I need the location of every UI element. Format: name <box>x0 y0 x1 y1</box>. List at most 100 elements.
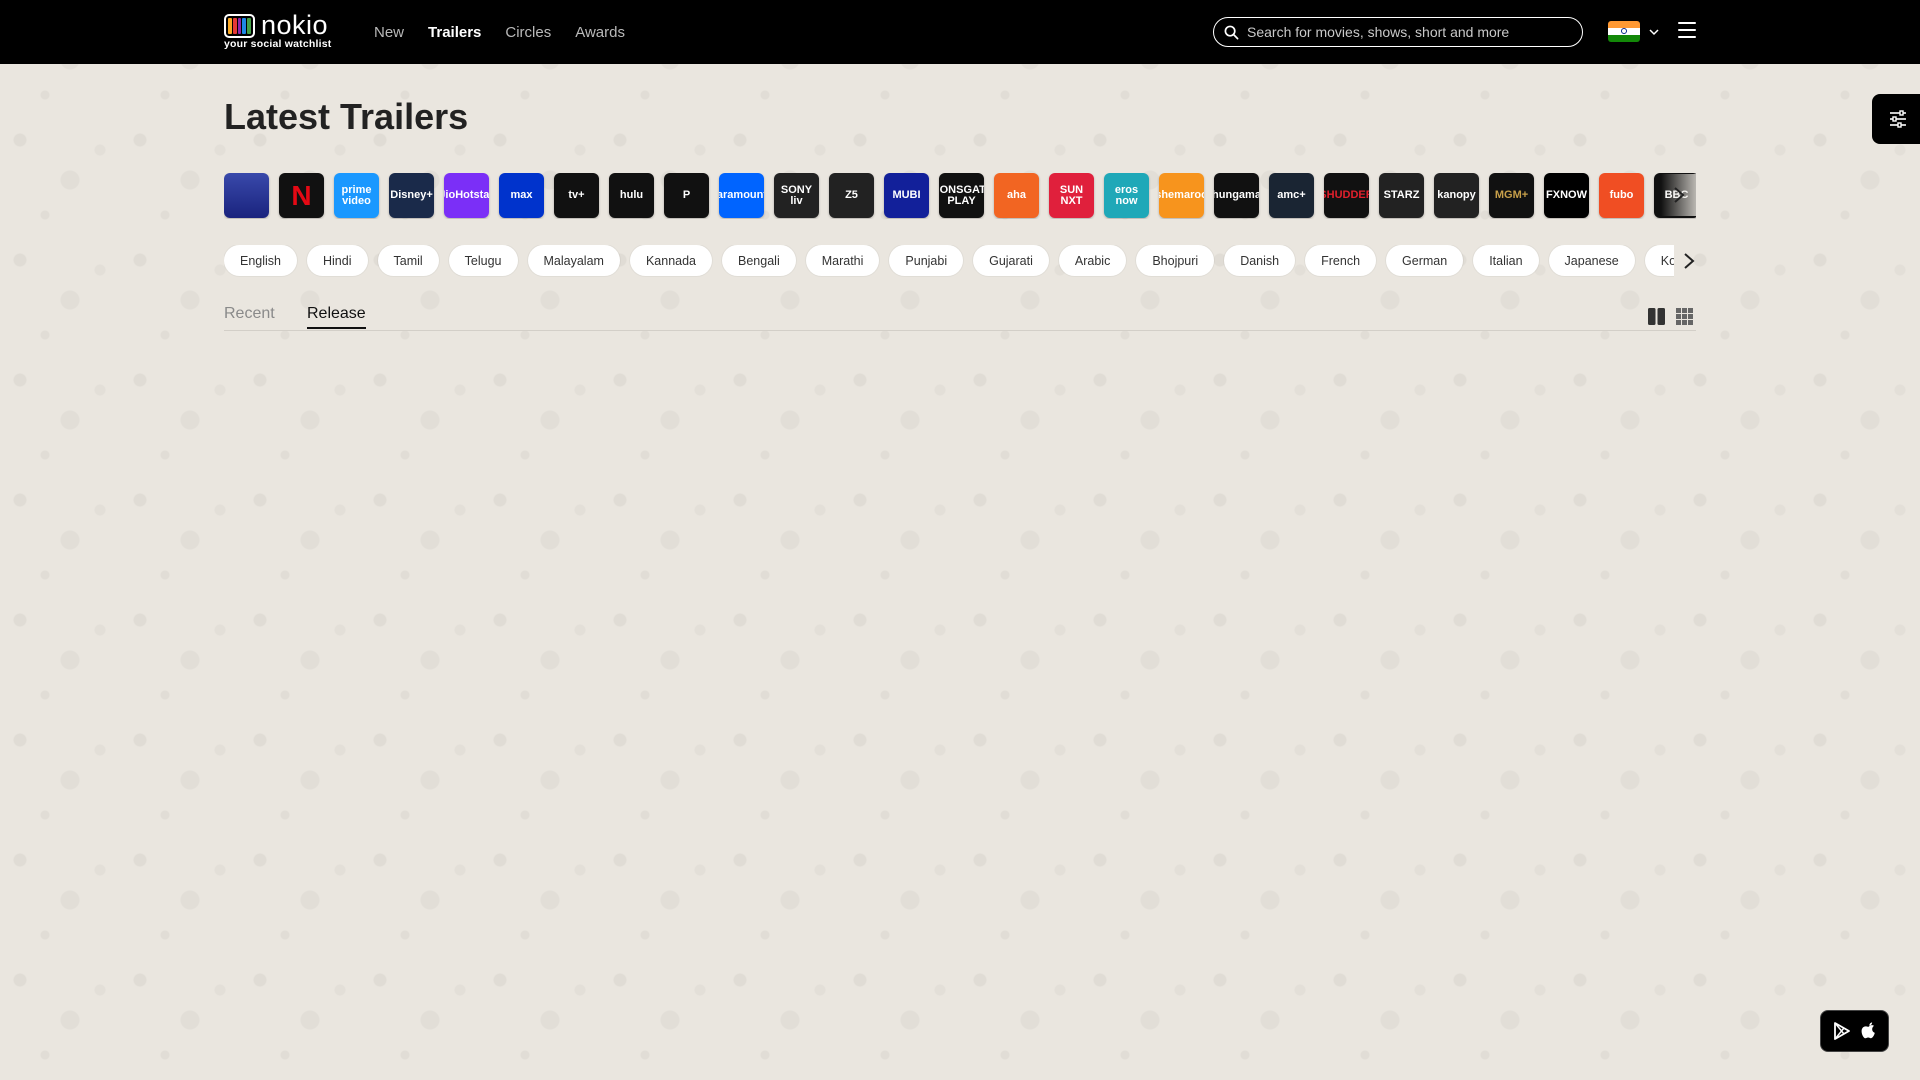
language-chip-tamil[interactable]: Tamil <box>377 245 439 276</box>
provider-label: MUBI <box>892 189 921 201</box>
language-chip-arabic[interactable]: Arabic <box>1058 245 1127 276</box>
provider-amc-plus-icon[interactable]: amc+ <box>1269 173 1314 218</box>
small-grid-view-icon[interactable] <box>1675 307 1694 326</box>
provider-max-icon[interactable]: max <box>499 173 544 218</box>
sliders-icon <box>1890 110 1906 128</box>
provider-label: JioHotstar <box>444 189 489 201</box>
chevron-right-icon <box>1684 253 1695 269</box>
provider-apple-tv-icon[interactable]: tv+ <box>554 173 599 218</box>
language-chip-bengali[interactable]: Bengali <box>722 245 796 276</box>
language-chip-malayalam[interactable]: Malayalam <box>527 245 620 276</box>
provider-peacock-icon[interactable]: P <box>664 173 709 218</box>
provider-label: aha <box>1007 189 1026 201</box>
provider-label: FXNOW <box>1546 189 1587 201</box>
language-chip-german[interactable]: German <box>1386 245 1464 276</box>
apple-icon <box>1861 1022 1875 1039</box>
language-chip-telugu[interactable]: Telugu <box>448 245 518 276</box>
provider-label: prime video <box>341 183 372 207</box>
chevron-down-icon[interactable] <box>1648 26 1660 38</box>
google-play-icon <box>1833 1022 1850 1040</box>
hamburger-menu-icon[interactable] <box>1678 22 1696 38</box>
language-chip-italian[interactable]: Italian <box>1473 245 1539 276</box>
provider-disney-plus-icon[interactable]: Disney+ <box>389 173 434 218</box>
chevron-right-icon <box>1674 187 1685 203</box>
provider-label: SUN NXT <box>1059 183 1084 207</box>
providers-next-button[interactable] <box>1661 174 1697 216</box>
provider-label: Disney+ <box>390 189 433 201</box>
top-navigation-bar: nokio your social watchlist New Trailers… <box>0 0 1920 64</box>
provider-label: Z5 <box>845 189 858 201</box>
search-box[interactable] <box>1213 17 1583 47</box>
provider-label: max <box>510 189 533 201</box>
provider-label: eros now <box>1114 183 1139 207</box>
search-input[interactable] <box>1247 24 1567 40</box>
nav-new[interactable]: New <box>374 24 404 41</box>
provider-zee5-icon[interactable]: Z5 <box>829 173 874 218</box>
provider-label: MGM+ <box>1494 189 1529 201</box>
provider-mubi-icon[interactable]: MUBI <box>884 173 929 218</box>
provider-label: LIONSGATE PLAY <box>939 183 984 207</box>
india-flag-icon[interactable] <box>1608 21 1640 42</box>
sort-tabs: Recent Release <box>224 303 1696 331</box>
language-chip-kannada[interactable]: Kannada <box>629 245 713 276</box>
provider-label: hungama <box>1214 189 1259 201</box>
provider-mgm-plus-icon[interactable]: MGM+ <box>1489 173 1534 218</box>
language-chip-french[interactable]: French <box>1305 245 1377 276</box>
provider-sony-liv-icon[interactable]: SONY liv <box>774 173 819 218</box>
language-chip-korean[interactable]: Korean <box>1644 245 1674 276</box>
provider-hulu-icon[interactable]: hulu <box>609 173 654 218</box>
tv-logo-icon <box>224 14 255 38</box>
provider-label: tv+ <box>568 189 585 201</box>
provider-fxnow-icon[interactable]: FXNOW <box>1544 173 1589 218</box>
provider-label: SHUDDER <box>1324 189 1369 201</box>
provider-label: amc+ <box>1277 189 1306 201</box>
filter-button[interactable] <box>1872 94 1920 144</box>
tab-recent[interactable]: Recent <box>224 305 275 327</box>
provider-shemaroo-icon[interactable]: shemaroo <box>1159 173 1204 218</box>
provider-hungama-icon[interactable]: hungama <box>1214 173 1259 218</box>
provider-lionsgate-play-icon[interactable]: LIONSGATE PLAY <box>939 173 984 218</box>
provider-label: Paramount+ <box>719 189 764 201</box>
provider-theatres-icon[interactable] <box>224 173 269 218</box>
nav-circles[interactable]: Circles <box>505 24 551 41</box>
provider-netflix-icon[interactable]: N <box>279 173 324 218</box>
language-chip-marathi[interactable]: Marathi <box>805 245 880 276</box>
provider-shudder-icon[interactable]: SHUDDER <box>1324 173 1369 218</box>
provider-paramount-plus-icon[interactable]: Paramount+ <box>719 173 764 218</box>
search-icon <box>1224 25 1239 39</box>
language-chip-bhojpuri[interactable]: Bhojpuri <box>1136 245 1215 276</box>
provider-label: N <box>291 179 312 211</box>
provider-aha-icon[interactable]: aha <box>994 173 1039 218</box>
language-chip-punjabi[interactable]: Punjabi <box>889 245 964 276</box>
language-chip-japanese[interactable]: Japanese <box>1548 245 1635 276</box>
language-chip-gujarati[interactable]: Gujarati <box>973 245 1049 276</box>
provider-fubo-icon[interactable]: fubo <box>1599 173 1644 218</box>
provider-eros-now-icon[interactable]: eros now <box>1104 173 1149 218</box>
app-download-button[interactable] <box>1820 1010 1889 1052</box>
provider-sun-nxt-icon[interactable]: SUN NXT <box>1049 173 1094 218</box>
tab-release[interactable]: Release <box>307 305 366 329</box>
logo-tagline: your social watchlist <box>224 38 332 50</box>
nav-awards[interactable]: Awards <box>575 24 625 41</box>
nokio-logo[interactable]: nokio your social watchlist <box>224 10 344 52</box>
main-nav: New Trailers Circles Awards <box>374 0 625 64</box>
provider-label: kanopy <box>1437 189 1476 201</box>
large-grid-view-icon[interactable] <box>1647 307 1666 326</box>
language-chip-hindi[interactable]: Hindi <box>307 245 368 276</box>
nav-trailers[interactable]: Trailers <box>428 24 481 41</box>
languages-next-button[interactable] <box>1679 250 1699 272</box>
language-chip-english[interactable]: English <box>224 245 297 276</box>
logo-wordmark: nokio <box>261 10 329 40</box>
streaming-provider-carousel: Nprime video Disney+ JioHotstar max tv+ hulu P… <box>224 173 1696 219</box>
provider-starz-icon[interactable]: STARZ <box>1379 173 1424 218</box>
provider-label: fubo <box>1609 189 1634 201</box>
provider-label: P <box>682 189 691 201</box>
provider-kanopy-icon[interactable]: kanopy <box>1434 173 1479 218</box>
provider-prime-video-icon[interactable]: prime video <box>334 173 379 218</box>
provider-label: SONY liv <box>780 183 813 207</box>
provider-label: hulu <box>619 189 644 201</box>
language-chip-danish[interactable]: Danish <box>1224 245 1296 276</box>
language-filter-row: English Hindi Tamil Telugu Malayalam Kannada B… <box>224 245 1674 277</box>
provider-jiohotstar-icon[interactable]: JioHotstar <box>444 173 489 218</box>
provider-label: shemaroo <box>1159 189 1204 201</box>
